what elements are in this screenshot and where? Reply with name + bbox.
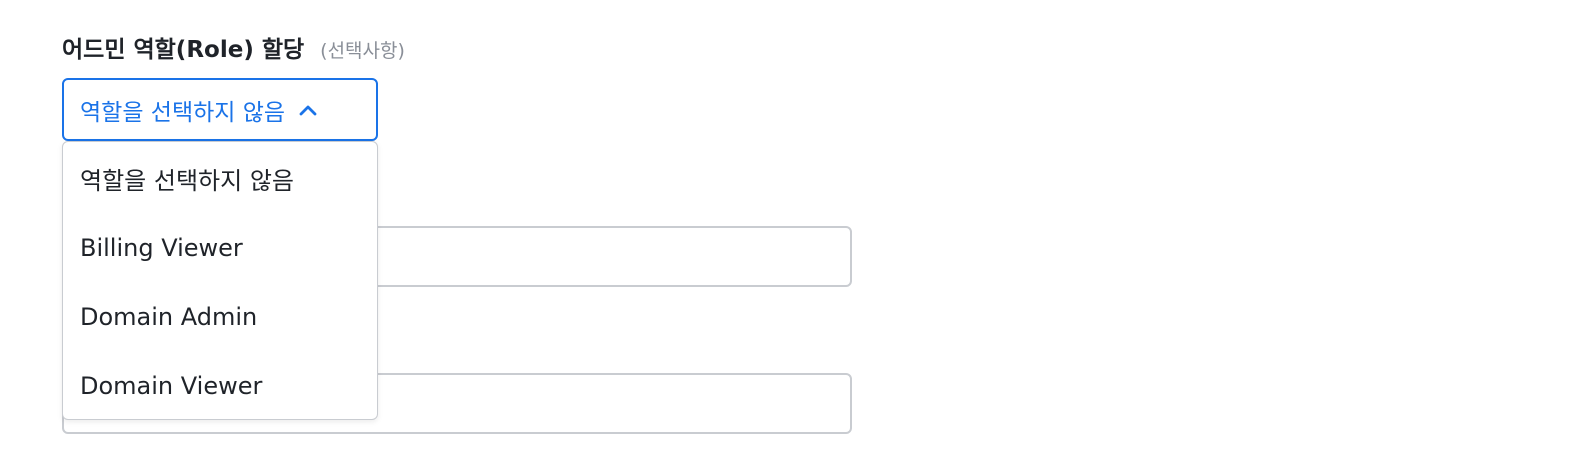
role-option-billing-viewer[interactable]: Billing Viewer [63,213,377,282]
role-option-none[interactable]: 역할을 선택하지 않음 [63,144,377,213]
chevron-up-icon [299,105,317,115]
optional-hint: (선택사항) [320,40,405,62]
role-option-domain-viewer[interactable]: Domain Viewer [63,351,377,420]
role-select[interactable]: 역할을 선택하지 않음 [62,78,378,141]
role-select-value: 역할을 선택하지 않음 [80,99,286,126]
field-header: 어드민 역할(Role) 할당 (선택사항) [62,30,405,64]
role-dropdown-menu: 역할을 선택하지 않음 Billing Viewer Domain Admin … [62,141,378,420]
role-option-domain-admin[interactable]: Domain Admin [63,282,377,351]
field-title: 어드민 역할(Role) 할당 [62,37,305,63]
